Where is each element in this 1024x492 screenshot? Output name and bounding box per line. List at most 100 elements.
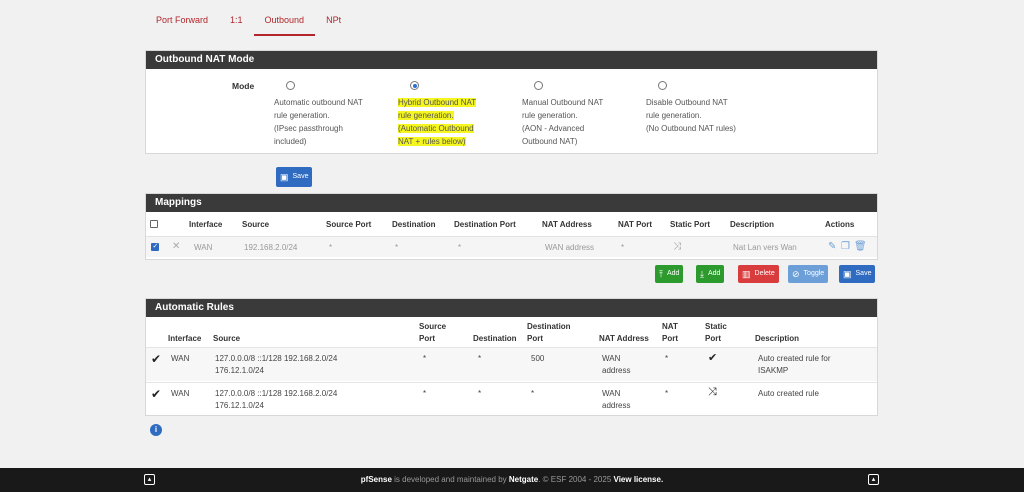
- outbound-nat-mode-panel: Outbound NAT Mode Mode Automatic outboun…: [145, 50, 878, 154]
- row-checkbox[interactable]: [151, 242, 159, 251]
- toggle-label: Toggle: [803, 270, 825, 277]
- shuffle-icon: ⤨: [673, 241, 681, 252]
- disabled-x-icon: ✕: [172, 241, 181, 252]
- radio-hybrid[interactable]: [410, 81, 419, 90]
- footer-brand: pfSense: [360, 475, 392, 484]
- table-row: ✔ WAN 127.0.0.0/8 ::1/128 192.168.2.0/24…: [146, 347, 877, 381]
- col-source: Source: [242, 220, 270, 229]
- mode-option-text: Automatic outbound NAT rule generation. …: [274, 98, 363, 146]
- automatic-rules-panel: Automatic Rules Interface Source Source …: [145, 298, 878, 416]
- shuffle-icon: ⤨: [708, 386, 717, 398]
- panel-title: Automatic Rules: [146, 299, 877, 317]
- cell-nat-port: *: [665, 354, 669, 363]
- col-destination: Destination: [473, 334, 517, 343]
- col-nat-port: NAT Port: [662, 322, 678, 343]
- select-all-checkbox[interactable]: [150, 220, 158, 228]
- cell-source-port: *: [329, 243, 333, 252]
- delete-label: Delete: [754, 270, 775, 277]
- cell-interface: WAN: [171, 354, 190, 363]
- col-source: Source: [213, 334, 241, 343]
- cell-nat-address: WAN address: [545, 243, 595, 252]
- trash-icon[interactable]: 🗑: [854, 241, 867, 252]
- arrow-down-icon: ⤓: [700, 269, 704, 279]
- mode-option-hybrid[interactable]: Hybrid Outbound NAT rule generation. (Au…: [398, 81, 516, 148]
- mode-option-text: Manual Outbound NAT rule generation. (AO…: [522, 98, 604, 146]
- footer-copyright: . © ESF 2004 - 2025: [538, 475, 614, 484]
- col-description: Description: [730, 220, 775, 229]
- expand-right-icon[interactable]: ▴: [868, 474, 879, 485]
- add-label: Add: [707, 270, 721, 277]
- col-interface: Interface: [168, 334, 202, 343]
- cell-description: Nat Lan vers Wan: [733, 243, 797, 252]
- col-actions: Actions: [825, 220, 855, 229]
- check-icon: ✔: [151, 352, 162, 366]
- mode-option-text: Disable Outbound NAT rule generation. (N…: [646, 98, 736, 133]
- mode-save-button[interactable]: ▣ Save: [276, 167, 313, 187]
- copy-icon[interactable]: ❐: [841, 241, 850, 252]
- cell-source: 192.168.2.0/24: [244, 243, 298, 252]
- cell-nat-port: *: [621, 243, 625, 252]
- cell-interface: WAN: [171, 389, 190, 398]
- cell-destination-port: *: [531, 389, 535, 398]
- tab-port-forward[interactable]: Port Forward: [145, 6, 219, 36]
- info-icon[interactable]: i: [150, 424, 162, 436]
- col-destination-port: Destination Port: [454, 220, 516, 229]
- col-static-port: Static Port: [670, 220, 711, 229]
- trash-icon: ▥: [742, 269, 751, 279]
- footer: ▴ pfSense is developed and maintained by…: [0, 468, 1024, 492]
- add-bottom-button[interactable]: ⤓ Add: [696, 265, 725, 283]
- view-license-link[interactable]: View license.: [614, 475, 664, 484]
- highlighted-text: Hybrid Outbound NAT rule generation. (Au…: [398, 98, 477, 146]
- col-nat-port: NAT Port: [618, 220, 653, 229]
- footer-company[interactable]: Netgate: [509, 475, 538, 484]
- save-label: Save: [855, 270, 872, 277]
- cell-destination-port: *: [458, 243, 462, 252]
- table-row: ✔ WAN 127.0.0.0/8 ::1/128 192.168.2.0/24…: [146, 382, 877, 416]
- save-label: Save: [292, 173, 309, 180]
- mappings-save-button[interactable]: ▣ Save: [839, 265, 876, 283]
- footer-middle: is developed and maintained by: [391, 475, 509, 484]
- col-destination: Destination: [392, 220, 436, 229]
- col-static-port: Static Port: [705, 322, 727, 343]
- tab-outbound[interactable]: Outbound: [253, 6, 316, 36]
- cell-source: 127.0.0.0/8 ::1/128 192.168.2.0/24 176.1…: [215, 354, 338, 375]
- arrow-up-icon: ⤒: [659, 269, 663, 279]
- cell-interface: WAN: [194, 243, 213, 252]
- mode-option-manual[interactable]: Manual Outbound NAT rule generation. (AO…: [522, 81, 640, 148]
- col-source-port: Source Port: [326, 220, 372, 229]
- cell-source-port: *: [423, 389, 427, 398]
- radio-manual[interactable]: [534, 81, 543, 90]
- cell-destination: *: [395, 243, 399, 252]
- tab-npt[interactable]: NPt: [315, 6, 352, 36]
- cell-destination: *: [478, 389, 482, 398]
- check-icon: ✔: [708, 352, 718, 364]
- toggle-button[interactable]: ⊘ Toggle: [788, 265, 829, 283]
- save-icon: ▣: [843, 269, 852, 279]
- save-icon: ▣: [280, 172, 289, 182]
- auto-rules-header-row: Interface Source Source Port Destination…: [146, 317, 877, 347]
- table-row[interactable]: ✕ WAN 192.168.2.0/24 * * * WAN address *…: [146, 236, 877, 257]
- cell-destination-port: 500: [531, 354, 545, 363]
- col-interface: Interface: [189, 220, 223, 229]
- radio-automatic[interactable]: [286, 81, 295, 90]
- edit-icon[interactable]: ✎: [828, 241, 836, 252]
- mode-option-automatic[interactable]: Automatic outbound NAT rule generation. …: [274, 81, 392, 148]
- cell-nat-address: WAN address: [602, 354, 631, 375]
- delete-button[interactable]: ▥ Delete: [738, 265, 779, 283]
- col-nat-address: NAT Address: [599, 334, 649, 343]
- col-source-port: Source Port: [419, 322, 447, 343]
- mappings-panel: Mappings Interface Source Source Port De…: [145, 193, 878, 260]
- radio-disable[interactable]: [658, 81, 667, 90]
- cell-destination: *: [478, 354, 482, 363]
- tab-one-to-one[interactable]: 1:1: [219, 6, 254, 36]
- panel-title: Outbound NAT Mode: [146, 51, 877, 69]
- mode-option-disable[interactable]: Disable Outbound NAT rule generation. (N…: [646, 81, 764, 135]
- page: Port Forward 1:1 Outbound NPt Outbound N…: [0, 0, 1024, 492]
- add-top-button[interactable]: ⤒ Add: [655, 265, 684, 283]
- mode-option-text: Hybrid Outbound NAT rule generation. (Au…: [398, 96, 516, 148]
- col-description: Description: [755, 334, 800, 343]
- col-destination-port: Destination Port: [527, 322, 571, 343]
- add-label: Add: [666, 270, 680, 277]
- cell-nat-address: WAN address: [602, 389, 631, 410]
- ban-icon: ⊘: [792, 269, 800, 279]
